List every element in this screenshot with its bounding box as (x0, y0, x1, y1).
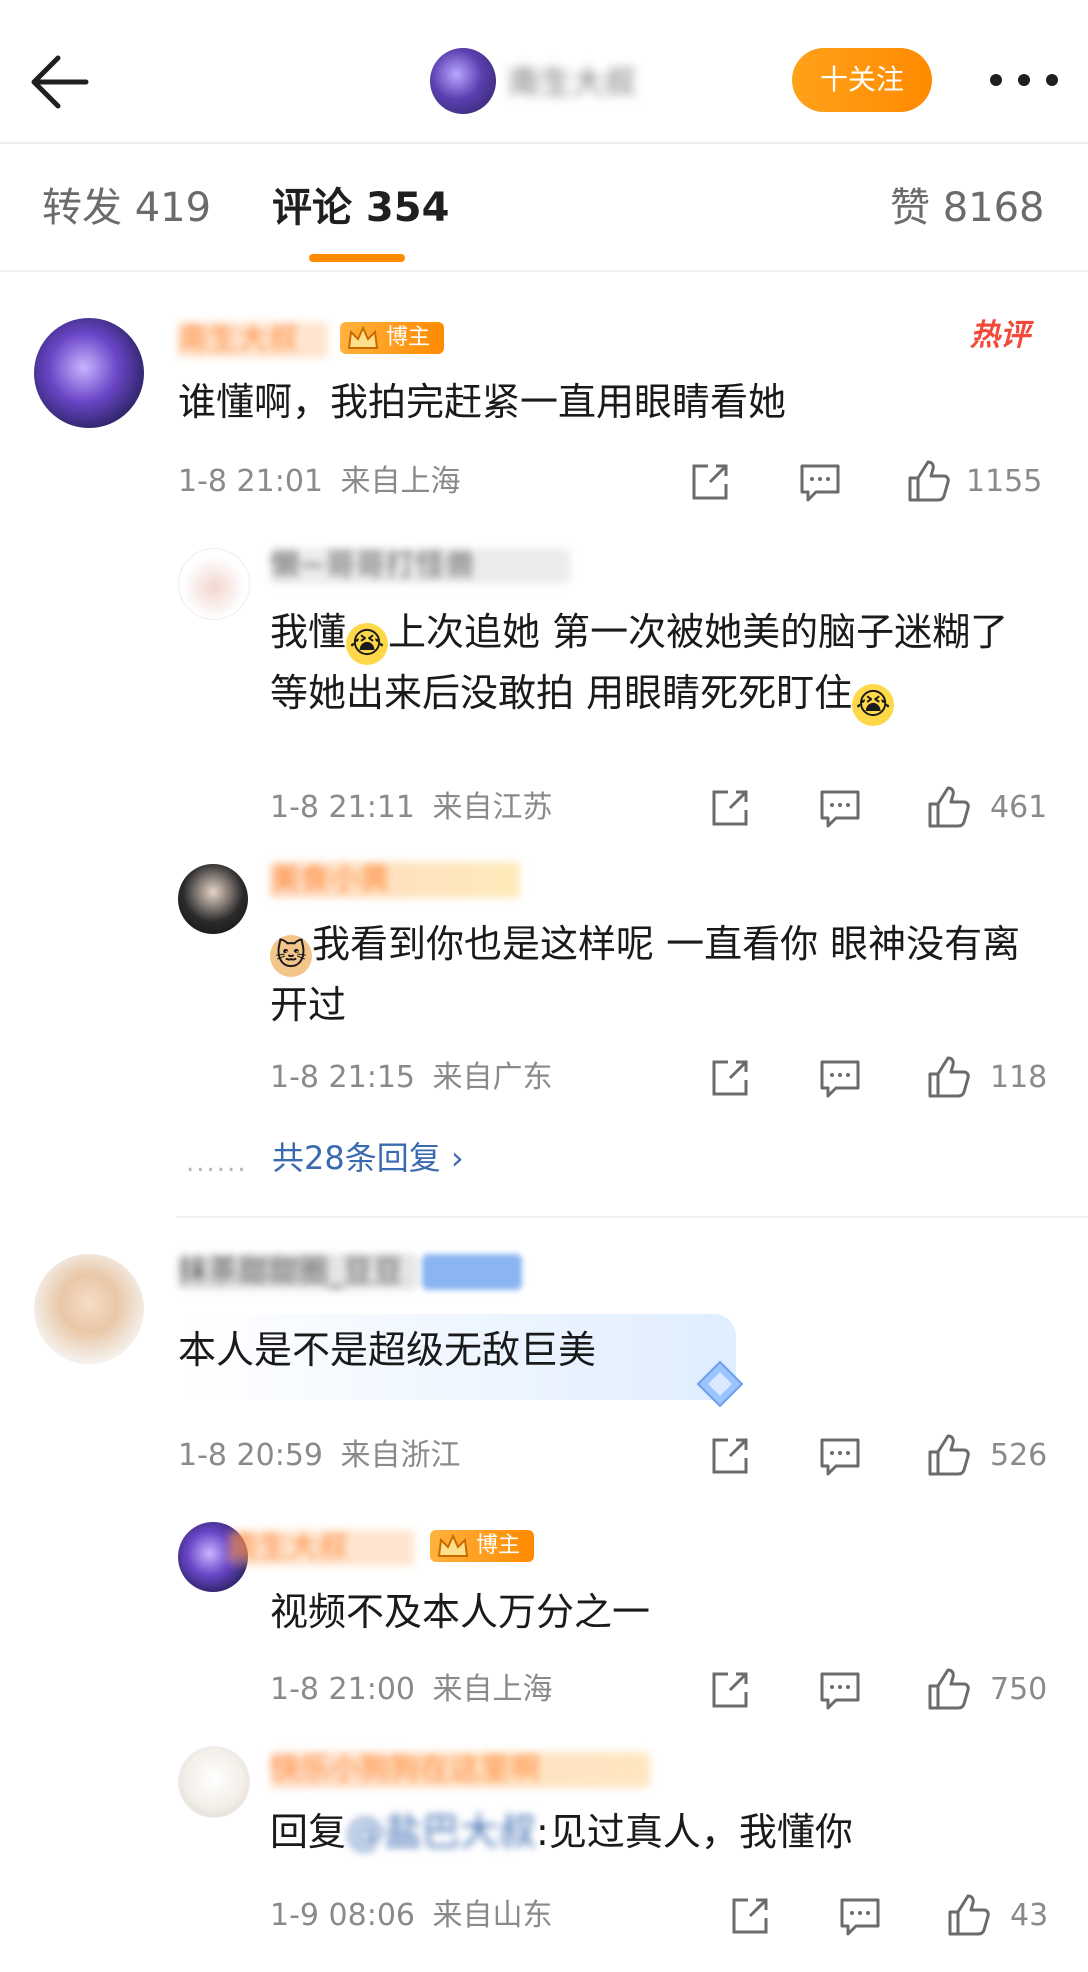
reply-author-name[interactable]: 懒~哥哥打怪兽 (270, 548, 570, 584)
share-icon[interactable] (706, 784, 754, 832)
like-icon[interactable] (924, 784, 972, 832)
more-options-icon[interactable] (986, 60, 1062, 100)
crown-icon (347, 325, 379, 349)
like-count: 43 (1010, 1898, 1049, 1933)
reply-location: 来自上海 (432, 1672, 553, 1707)
comment-icon[interactable] (836, 1892, 884, 1940)
reply-text-part: 我懂 (270, 610, 347, 654)
hot-comment-badge: 热评 (970, 318, 1030, 353)
comment-icon[interactable] (816, 1432, 864, 1480)
comment-author-name[interactable]: 抹茶甜甜圈_豆豆 (178, 1254, 418, 1290)
reply-time: 1-8 21:00 (270, 1672, 415, 1707)
author-name[interactable]: 南生大叔 (508, 62, 636, 102)
comment-meta: 1-8 20:59 来自浙江 (178, 1436, 461, 1476)
avatar[interactable] (34, 318, 144, 428)
author-avatar[interactable] (430, 48, 496, 114)
like-count: 461 (990, 790, 1048, 825)
reply-location: 来自江苏 (432, 790, 553, 825)
crying-emoji-icon: 😭 (852, 684, 895, 726)
comment-author-name[interactable]: 南生大叔 (178, 322, 328, 358)
back-arrow-icon[interactable] (24, 46, 96, 118)
avatar[interactable] (178, 864, 248, 934)
more-replies-link[interactable]: 共28条回复 › (272, 1136, 464, 1180)
comment-icon[interactable] (816, 1054, 864, 1102)
reply-text-part: :见过真人，我懂你 (536, 1810, 853, 1854)
tab-bar: 转发 419 评论 354 赞 8168 (0, 144, 1088, 272)
reply-location: 来自山东 (432, 1898, 553, 1933)
like-icon[interactable] (924, 1054, 972, 1102)
divider (176, 1216, 1088, 1218)
comment-location: 来自浙江 (340, 1438, 461, 1473)
share-icon[interactable] (706, 1432, 754, 1480)
like-count: 750 (990, 1672, 1048, 1707)
comment-icon[interactable] (816, 784, 864, 832)
comment-time: 1-8 20:59 (178, 1438, 323, 1473)
reply-time: 1-8 21:11 (270, 790, 415, 825)
mention-link[interactable]: @盐巴大叔 (346, 1810, 536, 1854)
reply-text-part: 我看到你也是这样呢 一直看你 眼神没有离开过 (270, 922, 1021, 1027)
reply-text: 视频不及本人万分之一 (270, 1590, 651, 1634)
reply-prefix: 回复 (270, 1810, 347, 1854)
author-badge-label: 博主 (476, 1533, 521, 1558)
tab-likes[interactable]: 赞 8168 (890, 180, 1045, 236)
reply-meta: 1-8 21:00 来自上海 (270, 1670, 553, 1710)
cat-emoji-icon: 🐱 (270, 935, 312, 977)
reply-meta: 1-8 21:15 来自广东 (270, 1058, 553, 1098)
diamond-icon (696, 1360, 744, 1408)
reply-author-name[interactable]: 南生大叔 (228, 1530, 414, 1566)
tab-comments[interactable]: 评论 354 (272, 180, 449, 236)
author-badge: 博主 (430, 1530, 534, 1562)
crown-icon (437, 1533, 469, 1557)
like-count: 526 (990, 1438, 1048, 1473)
reply-meta: 1-9 08:06 来自山东 (270, 1896, 553, 1936)
reply-time: 1-9 08:06 (270, 1898, 415, 1933)
reply-time: 1-8 21:15 (270, 1060, 415, 1095)
top-bar: 南生大叔 十关注 (0, 0, 1088, 144)
reply-text: 我懂 😭上次追她 第一次被她美的脑子迷糊了 等她出来后没敢拍 用眼睛死死盯住 😭 (270, 604, 1030, 726)
user-badge (422, 1254, 522, 1290)
follow-button[interactable]: 十关注 (792, 48, 932, 112)
tab-reposts[interactable]: 转发 419 (42, 180, 211, 236)
share-icon[interactable] (726, 1892, 774, 1940)
author-badge-label: 博主 (386, 325, 431, 350)
like-icon[interactable] (924, 1666, 972, 1714)
comment-location: 来自上海 (340, 464, 461, 499)
comment-text: 谁懂啊，我拍完赶紧一直用眼睛看她 (178, 380, 787, 424)
comment-meta: 1-8 21:01 来自上海 (178, 462, 461, 502)
author-badge: 博主 (340, 322, 444, 354)
comment-icon[interactable] (796, 458, 844, 506)
reply-location: 来自广东 (432, 1060, 553, 1095)
avatar[interactable] (178, 1746, 250, 1818)
thread-dots: ...... (186, 1148, 248, 1178)
comment-text: 本人是不是超级无敌巨美 (178, 1328, 597, 1372)
share-icon[interactable] (706, 1054, 754, 1102)
like-count: 118 (990, 1060, 1048, 1095)
comment-time: 1-8 21:01 (178, 464, 323, 499)
like-icon[interactable] (904, 458, 952, 506)
comment-icon[interactable] (816, 1666, 864, 1714)
reply-author-name[interactable]: 美食小黄 (270, 862, 520, 898)
like-icon[interactable] (944, 1892, 992, 1940)
avatar[interactable] (34, 1254, 144, 1364)
reply-meta: 1-8 21:11 来自江苏 (270, 788, 553, 828)
avatar[interactable] (178, 548, 250, 620)
share-icon[interactable] (686, 458, 734, 506)
like-count: 1155 (966, 464, 1043, 499)
crying-emoji-icon: 😭 (346, 623, 389, 665)
active-tab-indicator (309, 254, 405, 262)
like-icon[interactable] (924, 1432, 972, 1480)
reply-author-name[interactable]: 快乐小狗狗在这里啊 (270, 1752, 650, 1788)
reply-text: 🐱 我看到你也是这样呢 一直看你 眼神没有离开过 (270, 916, 1040, 1033)
share-icon[interactable] (706, 1666, 754, 1714)
reply-text: 回复@盐巴大叔:见过真人，我懂你 (270, 1804, 1050, 1860)
